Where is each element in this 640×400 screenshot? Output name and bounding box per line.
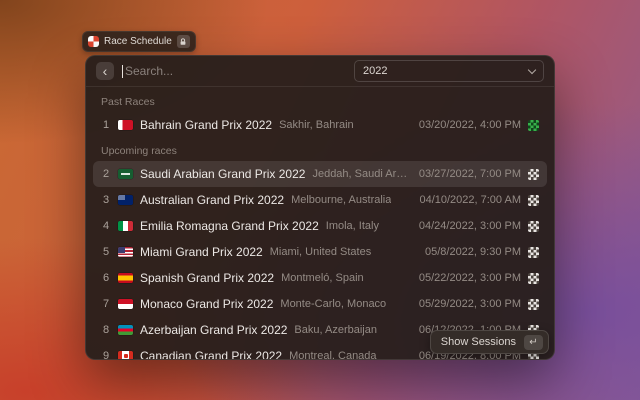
country-flag-icon [118,299,133,309]
row-index: 2 [101,168,111,180]
year-dropdown-value: 2022 [363,65,387,77]
checkered-flag-icon [528,299,539,310]
search-placeholder: Search... [125,64,173,78]
country-flag-icon [118,169,133,179]
race-title: Australian Grand Prix 2022 [140,193,284,207]
desktop-background: Race Schedule ‹ Search... 2022 Past Race… [0,0,640,400]
row-index: 1 [101,119,111,131]
search-input[interactable]: Search... [122,64,346,78]
race-title: Monaco Grand Prix 2022 [140,297,273,311]
checkered-flag-icon [528,273,539,284]
race-datetime: 03/20/2022, 4:00 PM [419,119,521,131]
race-location: Montmeló, Spain [281,272,364,284]
race-location: Baku, Azerbaijan [294,324,377,336]
row-index: 6 [101,272,111,284]
race-title: Azerbaijan Grand Prix 2022 [140,323,287,337]
country-flag-icon [118,221,133,231]
row-index: 3 [101,194,111,206]
race-datetime: 05/22/2022, 3:00 PM [419,272,521,284]
race-location: Montreal, Canada [289,350,376,360]
race-title: Spanish Grand Prix 2022 [140,271,274,285]
race-location: Monte-Carlo, Monaco [280,298,386,310]
race-row[interactable]: 6 Spanish Grand Prix 2022 Montmeló, Spain 0… [93,265,547,291]
race-title: Saudi Arabian Grand Prix 2022 [140,167,305,181]
checkered-flag-icon [528,195,539,206]
row-index: 7 [101,298,111,310]
race-row[interactable]: 3 Australian Grand Prix 2022 Melbourne, Au… [93,187,547,213]
enter-key-icon: ↵ [524,335,543,350]
country-flag-icon [118,325,133,335]
country-flag-icon [118,247,133,257]
race-row[interactable]: 7 Monaco Grand Prix 2022 Monte-Carlo, Mona… [93,291,547,317]
race-location: Jeddah, Saudi Arabia [312,168,411,180]
text-caret [122,65,123,78]
race-location: Sakhir, Bahrain [279,119,354,131]
checkered-flag-icon [528,247,539,258]
raycast-window: ‹ Search... 2022 Past Races 1 Bahrain Gran… [85,55,555,360]
row-index: 9 [101,350,111,360]
race-datetime: 05/8/2022, 9:30 PM [425,246,521,258]
country-flag-icon [118,195,133,205]
row-index: 8 [101,324,111,336]
checkered-flag-icon [528,169,539,180]
search-bar: ‹ Search... 2022 [86,56,554,86]
race-title: Canadian Grand Prix 2022 [140,349,282,360]
action-bar: Show Sessions ↵ [430,330,549,354]
race-row[interactable]: 2 Saudi Arabian Grand Prix 2022 Jeddah, Sa… [93,161,547,187]
row-index: 4 [101,220,111,232]
lock-icon [177,35,190,48]
window-title-badge: Race Schedule [82,31,196,52]
chevron-down-icon [528,65,536,73]
country-flag-icon [118,351,133,360]
checkered-flag-icon [528,120,539,131]
race-datetime: 04/10/2022, 7:00 AM [419,194,521,206]
race-datetime: 03/27/2022, 7:00 PM [419,168,521,180]
race-title: Bahrain Grand Prix 2022 [140,118,272,132]
race-datetime: 05/29/2022, 3:00 PM [419,298,521,310]
race-row[interactable]: 1 Bahrain Grand Prix 2022 Sakhir, Bahrain 0… [93,112,547,138]
race-row[interactable]: 5 Miami Grand Prix 2022 Miami, United Stat… [93,239,547,265]
country-flag-icon [118,120,133,130]
race-location: Melbourne, Australia [291,194,391,206]
section-header: Past Races [93,89,547,112]
year-dropdown[interactable]: 2022 [354,60,544,82]
race-row[interactable]: 4 Emilia Romagna Grand Prix 2022 Imola, It… [93,213,547,239]
checkered-flag-icon [528,221,539,232]
race-list: Past Races 1 Bahrain Grand Prix 2022 Sakhir… [86,87,554,360]
race-schedule-extension-icon [88,36,99,47]
back-button[interactable]: ‹ [96,62,114,80]
race-title: Emilia Romagna Grand Prix 2022 [140,219,319,233]
race-location: Miami, United States [270,246,371,258]
race-title: Miami Grand Prix 2022 [140,245,263,259]
badge-label: Race Schedule [104,36,172,47]
chevron-left-icon: ‹ [103,63,108,79]
country-flag-icon [118,273,133,283]
row-index: 5 [101,246,111,258]
section-header: Upcoming races [93,138,547,161]
race-location: Imola, Italy [326,220,379,232]
race-datetime: 04/24/2022, 3:00 PM [419,220,521,232]
show-sessions-button[interactable]: Show Sessions [441,336,516,348]
